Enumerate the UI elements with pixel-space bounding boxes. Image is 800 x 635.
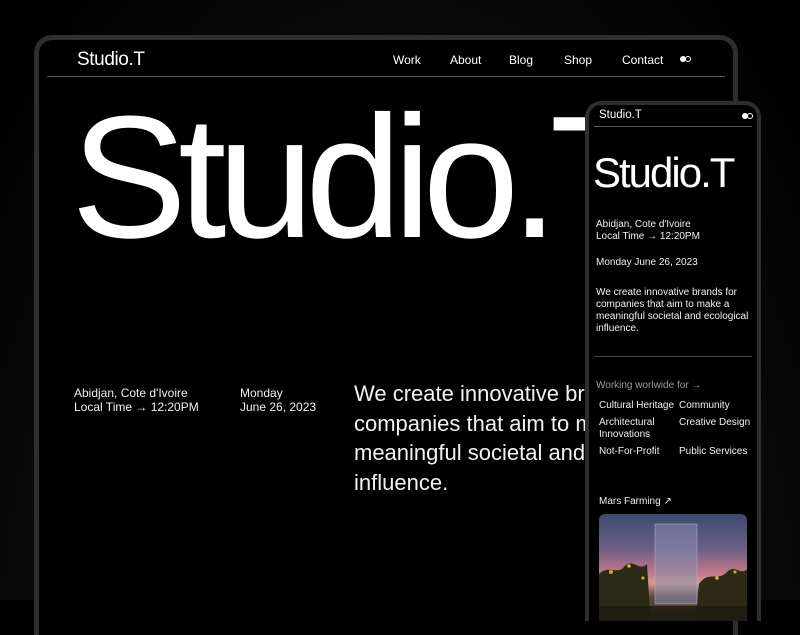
sector-item: Public Services <box>679 446 748 457</box>
mobile-location: Abidjan, Cote d'Ivoire <box>596 219 691 230</box>
mobile-date: Monday June 26, 2023 <box>596 257 698 268</box>
sector-item: Architectural Innovations <box>599 417 655 440</box>
toggle-dot-ring <box>685 56 691 62</box>
desktop-hero-title: Studio.T <box>71 79 656 274</box>
flower <box>715 576 719 580</box>
flower <box>609 570 613 574</box>
desktop-location: Abidjan, Cote d'Ivoire <box>74 386 188 400</box>
desktop-date: June 26, 2023 <box>240 400 317 414</box>
ground <box>599 606 747 621</box>
nav-contact[interactable]: Contact <box>622 53 663 67</box>
sector-item: Creative Design <box>679 417 751 428</box>
nav-blog[interactable]: Blog <box>509 53 533 67</box>
nav-work[interactable]: Work <box>393 53 421 67</box>
mobile-divider <box>594 356 752 357</box>
mirror-monolith <box>655 524 697 604</box>
mobile-local-time: Local Time → 12:20PM <box>596 231 700 242</box>
nav-about[interactable]: About <box>450 53 481 67</box>
theme-toggle-icon[interactable] <box>742 113 753 119</box>
mobile-description: We create innovative brands for companie… <box>596 287 749 334</box>
mobile-mockup: Studio.T Studio.T Abidjan, Cote d'Ivoire… <box>585 101 761 621</box>
nav-shop[interactable]: Shop <box>564 53 592 67</box>
desktop-day: Monday <box>240 386 283 400</box>
sector-item: Cultural Heritage <box>599 400 675 411</box>
desktop-logo[interactable]: Studio.T <box>77 49 145 71</box>
desktop-local-time: Local Time → 12:20PM <box>74 400 199 414</box>
project-link-mars-farming[interactable]: Mars Farming ↗ <box>599 496 672 507</box>
toggle-dot-ring <box>747 113 753 119</box>
flower <box>733 570 737 574</box>
theme-toggle-icon[interactable] <box>680 56 691 62</box>
mobile-logo[interactable]: Studio.T <box>599 109 642 121</box>
project-image-scene <box>599 523 747 621</box>
flower <box>641 576 645 580</box>
sector-item: Not-For-Profit <box>599 446 660 457</box>
project-thumbnail[interactable] <box>599 514 747 621</box>
desktop-navbar: Studio.T Work About Blog Shop Contact <box>47 40 725 77</box>
flower <box>627 564 631 568</box>
mobile-navbar: Studio.T <box>594 105 753 127</box>
mobile-hero-title: Studio.T <box>593 149 735 196</box>
sector-list: Cultural Heritage Community Architectura… <box>599 400 757 458</box>
sector-item: Community <box>679 400 730 411</box>
working-worldwide-link[interactable]: Working worlwide for → <box>596 380 701 391</box>
